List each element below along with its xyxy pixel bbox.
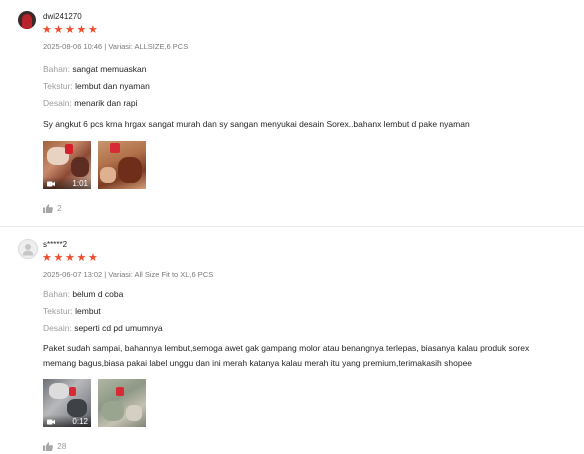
rating-stars: ★ ★ ★ ★ ★: [42, 253, 100, 264]
attribute-value: seperti cd pd umumnya: [74, 323, 163, 333]
review-item: dwi241270 ★ ★ ★ ★ ★ 2025-08-06 10:46 | V…: [0, 0, 584, 227]
star-icon: ★: [65, 252, 75, 264]
review-divider: [0, 226, 584, 227]
video-camera-icon: [47, 419, 55, 425]
review-image-thumbnail[interactable]: [98, 141, 146, 189]
star-icon: ★: [76, 252, 87, 264]
star-icon: ★: [42, 24, 52, 36]
like-button[interactable]: 2: [43, 203, 62, 213]
attribute-desain: Desain: menarik dan rapi: [43, 98, 138, 108]
attribute-label: Desain:: [43, 98, 72, 108]
review-comment: Paket sudah sampai, bahannya lembut,semo…: [43, 341, 573, 371]
review-item: s*****2 ★ ★ ★ ★ ★ 2025-06-07 13:02 | Var…: [0, 228, 584, 454]
default-user-icon: [22, 244, 34, 256]
review-meta: 2025-08-06 10:46 | Variasi: ALLSIZE,6 PC…: [43, 42, 189, 51]
like-button[interactable]: 28: [43, 441, 66, 451]
attribute-label: Tekstur:: [43, 306, 73, 316]
attribute-tekstur: Tekstur: lembut dan nyaman: [43, 81, 150, 91]
attribute-value: menarik dan rapi: [74, 98, 138, 108]
like-count: 2: [57, 203, 62, 213]
star-icon: ★: [65, 24, 75, 36]
comment-line: memang bagus,biasa pakai label unggu dan…: [43, 358, 473, 368]
star-icon: ★: [88, 252, 98, 264]
review-video-thumbnail[interactable]: 0:12: [43, 379, 91, 427]
video-overlay: 0:12: [43, 415, 91, 427]
star-icon: ★: [53, 24, 64, 36]
attribute-label: Desain:: [43, 323, 72, 333]
star-icon: ★: [88, 24, 98, 36]
attribute-label: Tekstur:: [43, 81, 73, 91]
star-icon: ★: [76, 24, 87, 36]
attribute-value: lembut: [75, 306, 101, 316]
thumbs-up-icon: [43, 441, 53, 451]
video-duration: 1:01: [72, 179, 88, 188]
star-icon: ★: [42, 252, 52, 264]
review-video-thumbnail[interactable]: 1:01: [43, 141, 91, 189]
comment-line: Paket sudah sampai, bahannya lembut,semo…: [43, 343, 530, 353]
rating-stars: ★ ★ ★ ★ ★: [42, 25, 100, 36]
attribute-bahan: Bahan: belum d coba: [43, 289, 123, 299]
attribute-value: lembut dan nyaman: [75, 81, 150, 91]
attribute-desain: Desain: seperti cd pd umumnya: [43, 323, 163, 333]
avatar[interactable]: [18, 239, 38, 259]
video-overlay: 1:01: [43, 177, 91, 189]
attribute-value: sangat memuaskan: [72, 64, 147, 74]
like-count: 28: [57, 441, 67, 451]
review-meta: 2025-06-07 13:02 | Variasi: All Size Fit…: [43, 270, 214, 279]
attribute-bahan: Bahan: sangat memuaskan: [43, 64, 147, 74]
video-camera-icon: [47, 181, 55, 187]
attribute-label: Bahan:: [43, 64, 70, 74]
thumbs-up-icon: [43, 203, 53, 213]
star-icon: ★: [53, 252, 64, 264]
reviewer-name: s*****2: [43, 240, 68, 249]
attribute-tekstur: Tekstur: lembut: [43, 306, 101, 316]
attribute-label: Bahan:: [43, 289, 70, 299]
reviewer-name: dwi241270: [43, 12, 82, 21]
attribute-value: belum d coba: [72, 289, 124, 299]
review-image-thumbnail[interactable]: [98, 379, 146, 427]
video-duration: 0:12: [72, 417, 88, 426]
review-comment: Sy angkut 6 pcs krna hrgax sangat murah …: [43, 119, 470, 129]
avatar[interactable]: [18, 11, 36, 29]
